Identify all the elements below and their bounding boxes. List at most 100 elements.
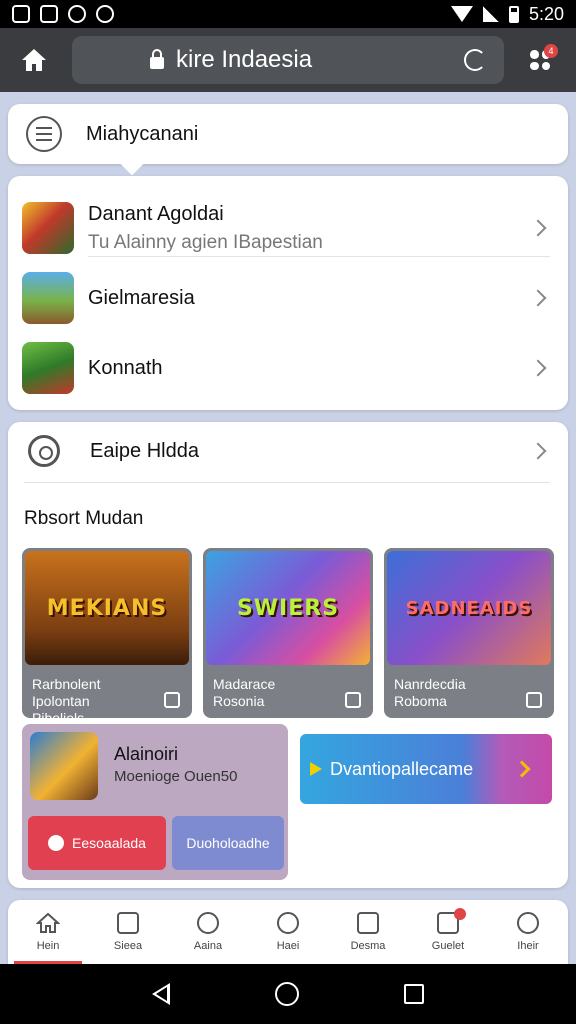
chevron-right-icon [529,359,547,377]
chevron-right-icon [529,219,547,237]
chevron-right-icon [513,760,531,778]
nav-label: Haei [276,940,300,952]
main-card: Eaipe Hldda Rbsort Mudan MEKIANS Rarbnol… [8,422,568,888]
cta-banner[interactable]: Dvantiopallecame [300,734,552,804]
cta-label: Dvantiopallecame [330,758,474,779]
tile-caption-line1: Rarbnolent Ipolontan [32,676,101,709]
nav-item-store[interactable]: Sieea [88,900,168,964]
menu-icon[interactable] [26,116,62,152]
dropdown-pointer [120,152,144,176]
system-nav-bar [0,964,576,1024]
play-icon [310,762,322,776]
share-icon[interactable] [164,692,180,708]
tile-caption: Madarace Rosonia [213,676,337,710]
profile-icon [517,912,539,934]
apps-menu-button[interactable]: 4 [520,40,560,80]
nav-label: Sieea [113,940,143,952]
notification-dot [454,908,466,920]
home-icon [36,912,60,933]
settings-row[interactable]: Eaipe Hldda [8,422,568,480]
back-icon[interactable] [152,983,171,1005]
top-app-bar: kire Indaesia 4 [0,28,576,92]
share-icon[interactable] [526,692,542,708]
section-title: Rbsort Mudan [24,508,144,529]
search-query: Miahycanani [86,122,199,145]
wifi-icon [450,6,473,22]
home-circle-icon[interactable] [274,982,299,1006]
bottom-nav: Hein Sieea Aaina Haei Desma Guelet Iheir [8,900,568,964]
game-list: Danant Agoldai Tu Alainny agien IBapesti… [8,176,568,410]
tile-caption-line1: Nanrdecdia [394,676,466,692]
game-tile[interactable]: SADNEAIDS Nanrdecdia Roboma [384,548,554,718]
game-tile[interactable]: MEKIANS Rarbnolent Ipolontan Piboliels [22,548,192,718]
nav-label: Guelet [431,940,465,952]
tile-caption-line2: Roboma [394,693,447,709]
game-thumb-1-icon [22,202,74,254]
home-button[interactable] [14,40,54,80]
game-art-title: SADNEAIDS [405,597,533,619]
gamepad-icon [277,912,299,934]
nav-item-games[interactable]: Haei [248,900,328,964]
game-tile[interactable]: SWIERS Madarace Rosonia [203,548,373,718]
list-item[interactable]: Konnath [8,340,568,396]
divider [88,256,550,257]
divider [24,482,550,483]
list-item-subtitle: Tu Alainny agien IBapestian [88,231,323,253]
list-icon [357,912,379,934]
share-icon[interactable] [345,692,361,708]
game-notification-icon [96,5,114,23]
recent-apps-icon[interactable] [403,984,424,1004]
promo-blue-button-label: Duoholoadhe [186,835,270,851]
signal-icon [482,6,499,22]
list-item-title: Danant Agoldai [88,202,224,225]
lock-icon [150,49,164,69]
promo-title: Alainoiri [114,744,179,764]
list-item-title: Gielmaresia [88,286,195,309]
promo-blue-button[interactable]: Duoholoadhe [172,816,284,870]
game-thumb-3-icon [22,342,74,394]
nav-item-search[interactable]: Aaina [168,900,248,964]
promo-card[interactable]: Alainoiri Moenioge Ouen50 Eesoaalada Duo… [22,724,288,880]
sync-icon [68,5,86,23]
settings-row-label: Eaipe Hldda [90,439,199,462]
gear-icon [28,435,60,467]
battery-icon [508,5,519,23]
promo-red-button[interactable]: Eesoaalada [28,816,166,870]
game-art: SWIERS [206,551,370,665]
nav-item-bag[interactable]: Guelet [408,900,488,964]
game-art: SADNEAIDS [387,551,551,665]
tile-caption-line2: Rosonia [213,693,265,709]
tile-caption: Nanrdecdia Roboma [394,676,518,710]
nav-label: Desma [350,940,386,952]
url-text: kire Indaesia [176,46,313,73]
nav-item-home[interactable]: Hein [8,900,88,964]
chevron-right-icon [529,442,547,460]
promo-thumb [30,732,98,800]
search-card[interactable]: Miahycanani [8,104,568,176]
promo-subtitle: Moenioge Ouen50 [114,768,238,785]
list-item-title: Konnath [88,356,163,379]
tile-caption-line2: Piboliels [32,710,85,718]
status-time: 5:20 [528,3,564,24]
app-notification-icon [40,5,58,23]
flower-icon [48,835,65,851]
list-item[interactable]: Gielmaresia [8,270,568,326]
nav-item-profile[interactable]: Iheir [488,900,568,964]
url-bar[interactable]: kire Indaesia [72,36,504,84]
nav-label: Aaina [193,940,223,952]
chevron-right-icon [529,289,547,307]
notification-badge: 4 [544,44,558,58]
store-icon [117,912,139,934]
home-icon [22,49,46,71]
gallery-icon [12,5,30,23]
status-bar: 5:20 [0,0,576,28]
refresh-icon[interactable] [464,49,486,71]
nav-item-list[interactable]: Desma [328,900,408,964]
nav-label: Hein [36,940,60,952]
search-icon [197,912,219,934]
tile-caption-line1: Madarace [213,676,276,692]
promo-red-button-label: Eesoaalada [72,835,146,851]
nav-label: Iheir [517,940,539,952]
game-art-title: SWIERS [236,595,340,621]
tile-caption: Rarbnolent Ipolontan Piboliels [32,676,156,718]
